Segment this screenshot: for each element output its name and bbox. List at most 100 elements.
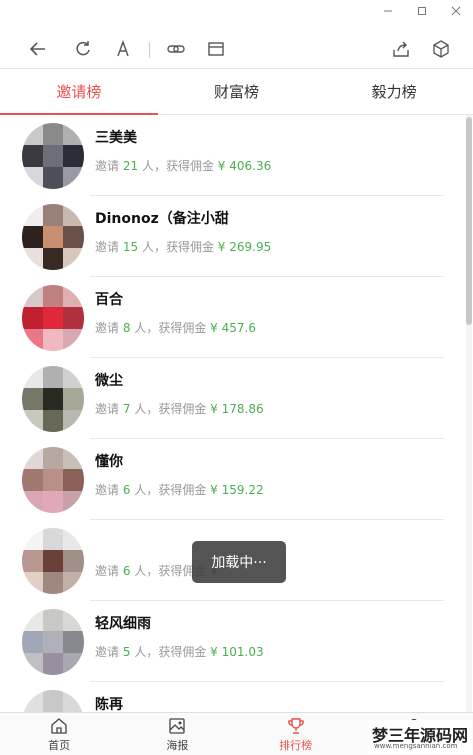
avatar-pixel — [22, 528, 43, 550]
commission-amount: 406.36 — [229, 159, 272, 173]
back-arrow-icon[interactable] — [27, 38, 49, 60]
stat-prefix: 邀请 — [95, 240, 120, 254]
avatar-pixel — [63, 491, 84, 513]
invite-count: 21 — [122, 159, 139, 173]
stat-prefix: 邀请 — [95, 564, 120, 578]
link-icon[interactable] — [165, 38, 187, 60]
user-name: Dinonoz（备注小甜 — [95, 211, 229, 227]
ranking-row[interactable]: 三美美 邀请 21 人，获得佣金 ¥ 406.36 — [0, 115, 464, 196]
currency-symbol: ¥ — [210, 402, 218, 416]
ranking-tabs: 邀请榜 财富榜 毅力榜 — [0, 68, 473, 115]
avatar-pixel — [42, 167, 64, 189]
avatar-pixel — [22, 123, 43, 145]
currency-symbol: ¥ — [217, 240, 226, 254]
avatar-pixel — [22, 550, 43, 572]
avatar-pixel — [22, 204, 43, 226]
ranking-row[interactable]: 轻风细雨 邀请 5 人，获得佣金 ¥ 101.03 — [0, 601, 464, 682]
avatar-pixel — [42, 329, 64, 351]
avatar-pixel — [22, 248, 43, 270]
browser-toolbar — [0, 30, 473, 68]
nav-ranking[interactable]: 排行榜 — [237, 713, 355, 755]
avatar-pixel — [42, 410, 64, 432]
avatar-pixel — [22, 307, 43, 329]
stat-middle: 人，获得佣金 — [141, 240, 214, 254]
avatar-pixel — [63, 248, 84, 270]
currency-symbol: ¥ — [210, 321, 218, 335]
home-icon — [49, 716, 69, 736]
share-icon[interactable] — [390, 38, 412, 60]
maximize-icon[interactable] — [405, 0, 439, 22]
invite-stat: 邀请 21 人，获得佣金 ¥ 406.36 — [95, 157, 271, 174]
avatar-pixel — [22, 410, 43, 432]
user-name: 微尘 — [95, 373, 123, 389]
invite-count: 15 — [122, 240, 139, 254]
avatar-pixel — [42, 145, 64, 167]
avatar-pixel — [42, 609, 64, 631]
avatar — [22, 123, 84, 189]
close-icon[interactable] — [439, 0, 473, 22]
stat-prefix: 邀请 — [95, 483, 120, 497]
site-watermark: 梦三年源码网 www.mengsannian.com — [368, 720, 472, 754]
avatar-pixel — [42, 366, 64, 388]
font-size-icon[interactable] — [112, 38, 134, 60]
avatar-pixel — [63, 550, 84, 572]
avatar-pixel — [63, 528, 84, 550]
minimize-icon[interactable] — [371, 0, 405, 22]
avatar-pixel — [63, 447, 84, 469]
avatar-pixel — [63, 226, 84, 248]
nav-home[interactable]: 首页 — [0, 713, 118, 755]
currency-symbol: ¥ — [210, 483, 218, 497]
avatar-pixel — [22, 653, 43, 675]
avatar-pixel — [63, 410, 84, 432]
scrollbar[interactable] — [466, 115, 472, 712]
poster-icon — [167, 716, 187, 736]
ranking-row[interactable]: 陈再邀请 — [0, 682, 464, 712]
nav-poster[interactable]: 海报 — [118, 713, 236, 755]
commission-amount: 457.6 — [221, 321, 256, 335]
currency-symbol: ¥ — [210, 645, 218, 659]
avatar-pixel — [22, 572, 43, 594]
avatar-pixel — [63, 631, 84, 653]
watermark-url: www.mengsannian.com — [374, 742, 458, 750]
avatar-pixel — [22, 145, 43, 167]
nav-home-label: 首页 — [48, 738, 71, 752]
cube-icon[interactable] — [430, 38, 452, 60]
nav-poster-label: 海报 — [166, 738, 189, 752]
avatar-pixel — [63, 145, 84, 167]
avatar-pixel — [22, 491, 43, 513]
avatar-pixel — [63, 285, 84, 307]
stat-prefix: 邀请 — [95, 159, 120, 173]
avatar-pixel — [63, 329, 84, 351]
avatar-pixel — [42, 572, 64, 594]
ranking-row[interactable]: Dinonoz（备注小甜 邀请 15 人，获得佣金 ¥ 269.95 — [0, 196, 464, 277]
user-name: 百合 — [95, 292, 123, 308]
ranking-row[interactable]: 懂你 邀请 6 人，获得佣金 ¥ 159.22 — [0, 439, 464, 520]
avatar-pixel — [63, 388, 84, 410]
avatar-pixel — [22, 609, 43, 631]
avatar-pixel — [63, 366, 84, 388]
avatar — [22, 609, 84, 675]
scrollbar-thumb[interactable] — [466, 117, 472, 325]
avatar-pixel — [42, 307, 64, 329]
avatar-pixel — [42, 226, 64, 248]
user-name: 陈再 — [95, 697, 123, 712]
avatar-pixel — [42, 123, 64, 145]
avatar — [22, 204, 84, 270]
avatar-pixel — [63, 572, 84, 594]
tab-perseverance[interactable]: 毅力榜 — [315, 69, 473, 114]
avatar — [22, 528, 84, 594]
avatar-pixel — [63, 469, 84, 491]
ranking-row[interactable]: 微尘 邀请 7 人，获得佣金 ¥ 178.86 — [0, 358, 464, 439]
window-icon[interactable] — [205, 38, 227, 60]
stat-middle: 人，获得佣金 — [134, 402, 207, 416]
avatar-pixel — [22, 631, 43, 653]
ranking-row[interactable]: 百合 邀请 8 人，获得佣金 ¥ 457.6 — [0, 277, 464, 358]
toolbar-separator — [149, 42, 150, 58]
avatar — [22, 447, 84, 513]
avatar-pixel — [63, 653, 84, 675]
tab-wealth[interactable]: 财富榜 — [158, 69, 316, 114]
nav-ranking-label: 排行榜 — [279, 738, 313, 752]
tab-invite[interactable]: 邀请榜 — [0, 69, 158, 115]
refresh-icon[interactable] — [72, 38, 94, 60]
avatar-pixel — [63, 690, 84, 712]
